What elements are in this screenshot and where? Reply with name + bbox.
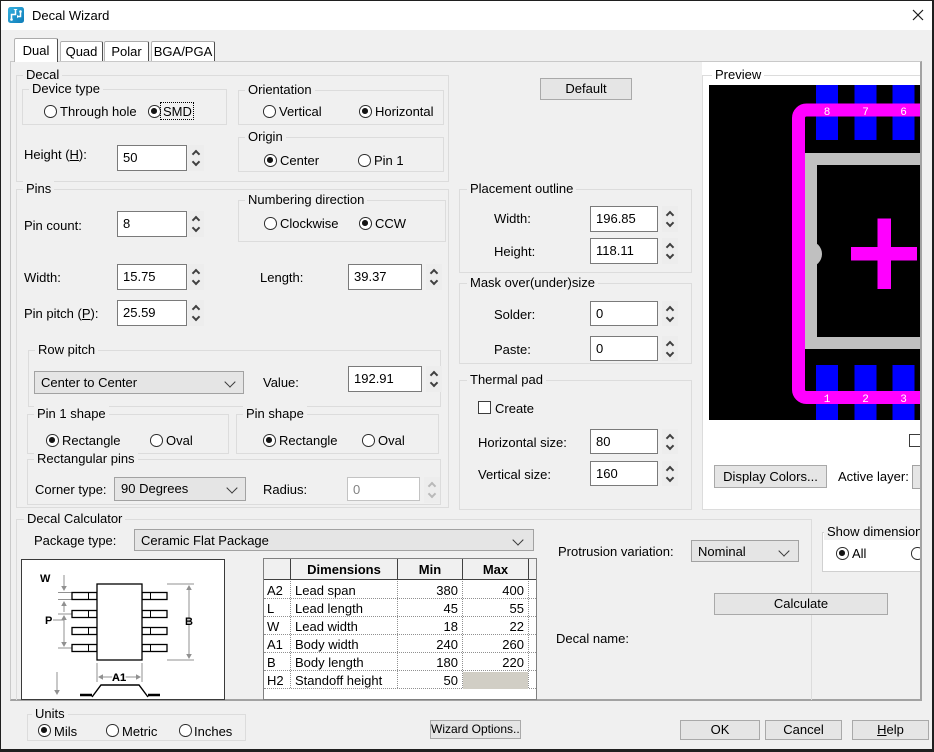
svg-text:6: 6 [900,107,907,119]
svg-text:B: B [185,616,193,628]
svg-text:8: 8 [824,107,831,119]
svg-text:3: 3 [900,394,907,406]
svg-text:A1: A1 [112,672,126,684]
svg-text:2: 2 [862,394,869,406]
svg-text:7: 7 [862,107,869,119]
svg-text:1: 1 [824,394,831,406]
svg-text:W: W [40,573,51,585]
svg-text:P: P [45,615,52,627]
